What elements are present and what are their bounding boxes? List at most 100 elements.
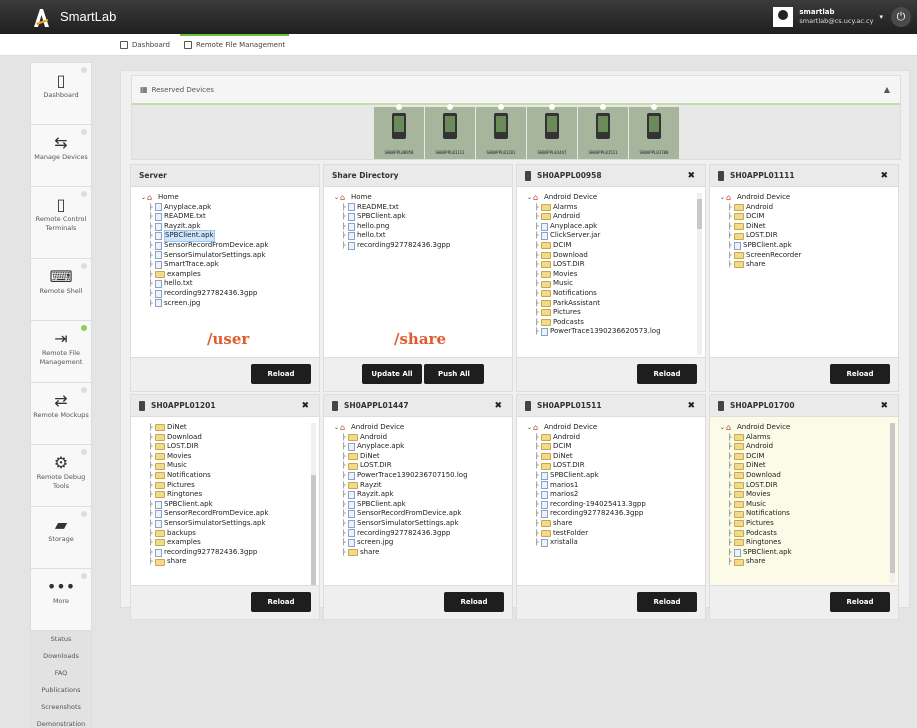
tree-item[interactable]: ├ recording-194025413.3gpp: [527, 500, 689, 510]
chevron-down-icon[interactable]: ▾: [879, 13, 883, 21]
close-icon[interactable]: ✖: [687, 401, 695, 411]
link-status[interactable]: Status: [31, 631, 91, 648]
tree-item[interactable]: ├ Android: [527, 212, 689, 222]
tree-item[interactable]: ├ DiNet: [527, 452, 689, 462]
tree-item[interactable]: ├ Podcasts: [527, 318, 689, 328]
tree-item[interactable]: ├ SPBClient.apk: [141, 230, 303, 242]
tree-item[interactable]: ├ Movies: [527, 270, 689, 280]
tree-item[interactable]: ├ share: [720, 260, 882, 270]
reload-button[interactable]: Reload: [251, 592, 311, 612]
tree-item[interactable]: ├ SPBClient.apk: [720, 241, 882, 251]
reserved-device[interactable]: SH0APPL01447: [527, 104, 577, 159]
push-all-button[interactable]: Push All: [424, 364, 484, 384]
tree-item[interactable]: ├ SensorRecordFromDevice.apk: [334, 509, 496, 519]
link-screenshots[interactable]: Screenshots: [31, 699, 91, 716]
app-title[interactable]: SmartLab: [60, 9, 116, 24]
tree-item[interactable]: ├ share: [141, 557, 303, 567]
sidebar-item-remote-shell[interactable]: ⌨ Remote Shell: [30, 258, 92, 320]
tree-item[interactable]: ├ SPBClient.apk: [720, 548, 882, 558]
tree-item[interactable]: ├ README.txt: [141, 212, 303, 222]
tree-item[interactable]: ├ Alarms: [720, 433, 882, 443]
tree-item[interactable]: ├ SPBClient.apk: [141, 500, 303, 510]
tree-item[interactable]: ├ Ringtones: [141, 490, 303, 500]
reload-button[interactable]: Reload: [637, 364, 697, 384]
tree-item[interactable]: ├ Music: [527, 279, 689, 289]
tree-item[interactable]: ├ Movies: [141, 452, 303, 462]
reload-button[interactable]: Reload: [444, 592, 504, 612]
link-downloads[interactable]: Downloads: [31, 648, 91, 665]
scrollbar[interactable]: [697, 193, 702, 355]
tree-item[interactable]: ├ hello.txt: [334, 231, 496, 241]
tree-item[interactable]: ├ SPBClient.apk: [334, 212, 496, 222]
tree-item[interactable]: ⌄ ⌂ Android Device: [334, 423, 496, 433]
link-demonstration[interactable]: Demonstration: [31, 716, 91, 728]
tree-item[interactable]: ├ hello.txt: [141, 279, 303, 289]
tree-item[interactable]: ├ recording927782436.3gpp: [527, 509, 689, 519]
tree-item[interactable]: ├ PowerTrace1390236620573.log: [527, 327, 689, 337]
breadcrumb-dashboard[interactable]: Dashboard: [120, 34, 170, 56]
scrollbar-thumb[interactable]: [697, 199, 702, 229]
close-icon[interactable]: ✖: [880, 401, 888, 411]
tree-item[interactable]: ├ LOST.DIR: [720, 481, 882, 491]
sidebar-item-storage[interactable]: ▰ Storage: [30, 506, 92, 568]
tree-item[interactable]: ├ SensorSimulatorSettings.apk: [141, 519, 303, 529]
tree-item[interactable]: ├ Rayzit: [334, 481, 496, 491]
reserved-device[interactable]: SH0APPL00958: [374, 104, 424, 159]
tree-item[interactable]: ├ DiNet: [720, 461, 882, 471]
tree-item[interactable]: ├ ClickServer.jar: [527, 231, 689, 241]
tree-item[interactable]: ├ Music: [720, 500, 882, 510]
tree-item[interactable]: ├ SensorSimulatorSettings.apk: [141, 251, 303, 261]
tree-item[interactable]: ├ DCIM: [720, 452, 882, 462]
tree-item[interactable]: ├ Anyplace.apk: [527, 222, 689, 232]
tree-item[interactable]: ├ screen.jpg: [141, 299, 303, 309]
user-menu[interactable]: smartlab smartlab@cs.ucy.ac.cy ▾: [773, 4, 883, 30]
tree-item[interactable]: ├ DiNet: [334, 452, 496, 462]
tree-item[interactable]: ├ DCIM: [720, 212, 882, 222]
tree-item[interactable]: ├ Pictures: [527, 308, 689, 318]
reload-button[interactable]: Reload: [830, 592, 890, 612]
tree-item[interactable]: ├ Notifications: [141, 471, 303, 481]
update-all-button[interactable]: Update All: [362, 364, 422, 384]
tree-item[interactable]: ├ Android: [720, 442, 882, 452]
tree-item[interactable]: ├ PowerTrace1390236707150.log: [334, 471, 496, 481]
sidebar-item-remote-mockups[interactable]: ⇄ Remote Mockups: [30, 382, 92, 444]
reload-button[interactable]: Reload: [637, 592, 697, 612]
tree-item[interactable]: ├ recording927782436.3gpp: [334, 241, 496, 251]
tree-item[interactable]: ├ Notifications: [527, 289, 689, 299]
tree-item[interactable]: ├ share: [334, 548, 496, 558]
tree-item[interactable]: ├ backups: [141, 529, 303, 539]
scrollbar[interactable]: [311, 423, 316, 585]
tree-item[interactable]: ├ Rayzit.apk: [334, 490, 496, 500]
tree-item[interactable]: ├ Download: [720, 471, 882, 481]
tree-item[interactable]: ⌄ ⌂ Home: [334, 193, 496, 203]
tree-item[interactable]: ├ Podcasts: [720, 529, 882, 539]
sidebar-item-remote-file-management[interactable]: ⇥ Remote File Management: [30, 320, 92, 382]
tree-item[interactable]: ├ Download: [141, 433, 303, 443]
reserved-device[interactable]: SH0APPL01700: [629, 104, 679, 159]
tree-item[interactable]: ├ Ringtones: [720, 538, 882, 548]
link-faq[interactable]: FAQ: [31, 665, 91, 682]
sidebar-item-remote-debug-tools[interactable]: ⚙ Remote Debug Tools: [30, 444, 92, 506]
tree-item[interactable]: ├ share: [720, 557, 882, 567]
scrollbar[interactable]: [890, 423, 895, 583]
power-button[interactable]: ⏻: [891, 7, 911, 27]
tree-item[interactable]: ├ Alarms: [527, 203, 689, 213]
reload-button[interactable]: Reload: [251, 364, 311, 384]
tree-item[interactable]: ├ ParkAssistant: [527, 299, 689, 309]
tree-item[interactable]: ├ testFolder: [527, 529, 689, 539]
tree-item[interactable]: ├ Android: [334, 433, 496, 443]
tree-item[interactable]: ├ Pictures: [141, 481, 303, 491]
close-icon[interactable]: ✖: [687, 171, 695, 181]
reload-button[interactable]: Reload: [830, 364, 890, 384]
tree-item[interactable]: ├ Music: [141, 461, 303, 471]
close-icon[interactable]: ✖: [301, 401, 309, 411]
tree-item[interactable]: ├ examples: [141, 270, 303, 280]
scrollbar-thumb[interactable]: [311, 475, 316, 585]
tree-item[interactable]: ├ LOST.DIR: [141, 442, 303, 452]
tree-item[interactable]: ├ SPBClient.apk: [527, 471, 689, 481]
tree-item[interactable]: ├ share: [527, 519, 689, 529]
tree-item[interactable]: ├ marios1: [527, 481, 689, 491]
reserved-device[interactable]: SH0APPL01201: [476, 104, 526, 159]
tree-item[interactable]: ├ DCIM: [527, 442, 689, 452]
sidebar-item-dashboard[interactable]: ▯ Dashboard: [30, 62, 92, 124]
